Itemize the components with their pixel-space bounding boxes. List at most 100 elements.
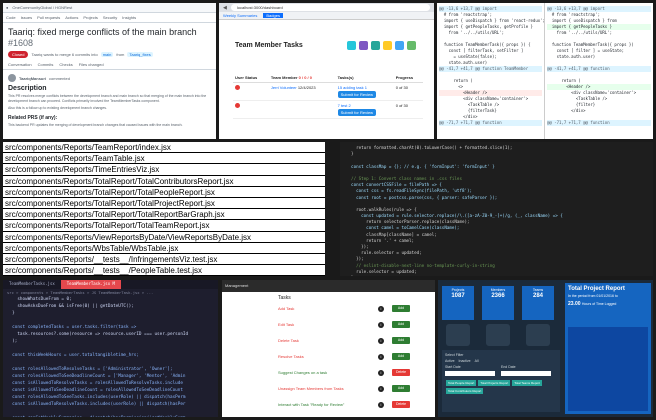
stat-value: 284 [532,293,543,299]
comment-author[interactable]: TaariqMansuri [19,76,46,81]
code-line[interactable]: const isAllowedToResolveTasks.includes(u… [3,401,218,408]
task-link[interactable]: 7 test 2 [338,103,392,108]
pr-subtab[interactable]: Commits [38,62,54,67]
add-button[interactable]: Add [392,385,410,392]
filter-icon[interactable] [359,41,368,50]
code-line[interactable]: const canGetWeeklySummaries = dispatch(h… [3,415,218,417]
code-line[interactable]: const rolesAllowedToResolveTasks = ['Adm… [3,366,218,373]
code-line[interactable]: const completedTasks = user.tasks.filter… [3,324,218,331]
list-item[interactable]: src/components/Reports/TotalReport/Total… [3,220,325,232]
permission-row: Edit Task i Add [278,319,428,330]
add-button[interactable]: Add [392,321,410,328]
filter-option-radio[interactable]: Active [445,359,455,363]
nav-item[interactable]: Badges [263,13,283,18]
avatar[interactable] [8,74,16,82]
list-item[interactable]: src/components/Reports/__tests__/PeopleT… [3,265,325,276]
code-line[interactable]: showAsksDueFrom && isFree(0) || getDateU… [3,303,218,310]
list-item[interactable]: src/components/Reports/ViewReportsByDate… [3,232,325,243]
diff-line[interactable]: @@ -71,7 +71,7 @@ function [547,120,651,126]
status-dot-icon[interactable] [235,103,240,108]
code-line[interactable]: const rolesAllowedToSeeTasks.includes(us… [3,394,218,401]
code-line[interactable]: ); [3,338,218,345]
add-button[interactable]: Add [392,305,410,312]
end-date-input[interactable] [501,371,551,376]
base-branch[interactable]: main [100,52,114,57]
pr-subtab[interactable]: Checks [59,62,72,67]
code-line[interactable]: const isAllowedToSeeDeadlineCount = role… [3,387,218,394]
nav-item[interactable]: Weekly Summaries [223,13,257,18]
info-icon[interactable]: i [378,337,384,344]
repo-tab[interactable]: Code [6,15,16,20]
delete-button[interactable]: Delete [392,401,410,408]
editor-tab-active[interactable]: TeamMemberTask.jsx M [60,280,121,289]
info-icon[interactable]: i [378,401,384,408]
repo-tab[interactable]: Security [103,15,117,20]
filter-icon[interactable] [383,41,392,50]
url-bar[interactable]: localhost:3000/dashboard [230,4,430,11]
permission-row: Unassign Team Members from Tasks i Add [278,383,428,394]
code-line[interactable]: } [3,310,218,317]
repo-tab[interactable]: Insights [122,15,136,20]
add-button[interactable]: Add [392,353,410,360]
code-line[interactable]: const rolesAllowedToSeeDeadlineCount = [… [3,373,218,380]
report-button[interactable]: Total Projects Report [478,380,511,386]
code-line[interactable] [3,359,218,366]
submit-review-button[interactable]: Submit for Review [337,109,377,116]
diff-line[interactable]: @@ -41,7 +41,7 @@ function TeamMember [439,66,542,72]
filter-icon[interactable] [407,41,416,50]
member-name[interactable]: Jerri Volunteer [271,85,297,90]
info-icon[interactable]: i [378,321,384,328]
pr-subtab[interactable]: Conversation [8,62,32,67]
task-link[interactable]: 15 adding task 1 [338,85,392,90]
list-item[interactable]: src/components/Reports/TeamReport/index.… [3,142,325,154]
filter-icon[interactable] [395,41,404,50]
head-branch[interactable]: Taariq_fixes [127,52,153,57]
list-item[interactable]: src/components/Reports/TotalReport/Total… [3,187,325,198]
info-icon[interactable]: i [378,353,384,360]
list-item[interactable]: src/components/Reports/TimeEntriesViz.js… [3,164,325,176]
filter-option-radio[interactable]: Inactive [459,359,471,363]
report-button[interactable]: Total People Report [446,380,477,386]
pr-subtab[interactable]: Files changed [79,62,104,67]
filter-icon[interactable] [347,41,356,50]
github-logo-icon[interactable]: ● [6,5,8,10]
breadcrumb[interactable]: src > components > TeamMemberTasks > JS … [3,289,218,296]
report-button[interactable]: Total Contributors Report [446,388,484,394]
list-item[interactable]: src/components/Reports/WbsTable/WbsTable… [3,243,325,254]
repo-tab[interactable]: Issues [21,15,33,20]
code-line[interactable] [3,408,218,415]
list-item[interactable]: src/components/Reports/TotalReport/Total… [3,198,325,210]
report-button[interactable]: Total Teams Report [512,380,543,386]
back-icon[interactable]: ◀ [223,5,227,11]
info-icon[interactable]: i [378,369,384,376]
code-line[interactable]: } [346,275,647,276]
list-item[interactable]: src/components/Reports/__tests__/Infring… [3,254,325,266]
filter-icon[interactable] [371,41,380,50]
info-icon[interactable]: i [378,385,384,392]
submit-review-button[interactable]: Submit for Review [337,91,377,98]
start-date-input[interactable] [445,371,495,376]
editor-body[interactable]: showWhatsDueFrom = 0; showAsksDueFrom &&… [3,296,218,417]
repo-name[interactable]: OneCommunityGlobal / HGNRest [12,5,72,10]
people-icon [486,324,510,346]
code-line[interactable]: showWhatsDueFrom = 0; [3,296,218,303]
delete-button[interactable]: Delete [392,369,410,376]
member-cell [268,100,336,119]
filter-option-radio[interactable]: All [475,359,479,363]
code-line[interactable] [3,345,218,352]
status-dot-icon[interactable] [235,85,240,90]
repo-tab[interactable]: Actions [65,15,78,20]
code-line[interactable]: const thisWeekHours = user.totaltangible… [3,352,218,359]
list-item[interactable]: src/components/Reports/TotalReport/Total… [3,209,325,221]
repo-tab[interactable]: Pull requests [37,15,60,20]
add-button[interactable]: Add [392,337,410,344]
info-icon[interactable]: i [378,305,384,312]
repo-tab[interactable]: Projects [83,15,97,20]
list-item[interactable]: src/components/Reports/TotalReport/Total… [3,176,325,187]
code-line[interactable]: task.resources?.some(resource => resourc… [3,331,218,338]
list-item[interactable]: src/components/Reports/TeamTable.jsx [3,153,325,165]
code-line[interactable]: const isAllowedToResolveTasks = rolesAll… [3,380,218,387]
editor-tab[interactable]: TeamMemberTasks.jsx [3,280,61,289]
diff-line[interactable]: @@ -71,7 +71,7 @@ function [439,120,542,126]
code-line[interactable] [3,317,218,324]
